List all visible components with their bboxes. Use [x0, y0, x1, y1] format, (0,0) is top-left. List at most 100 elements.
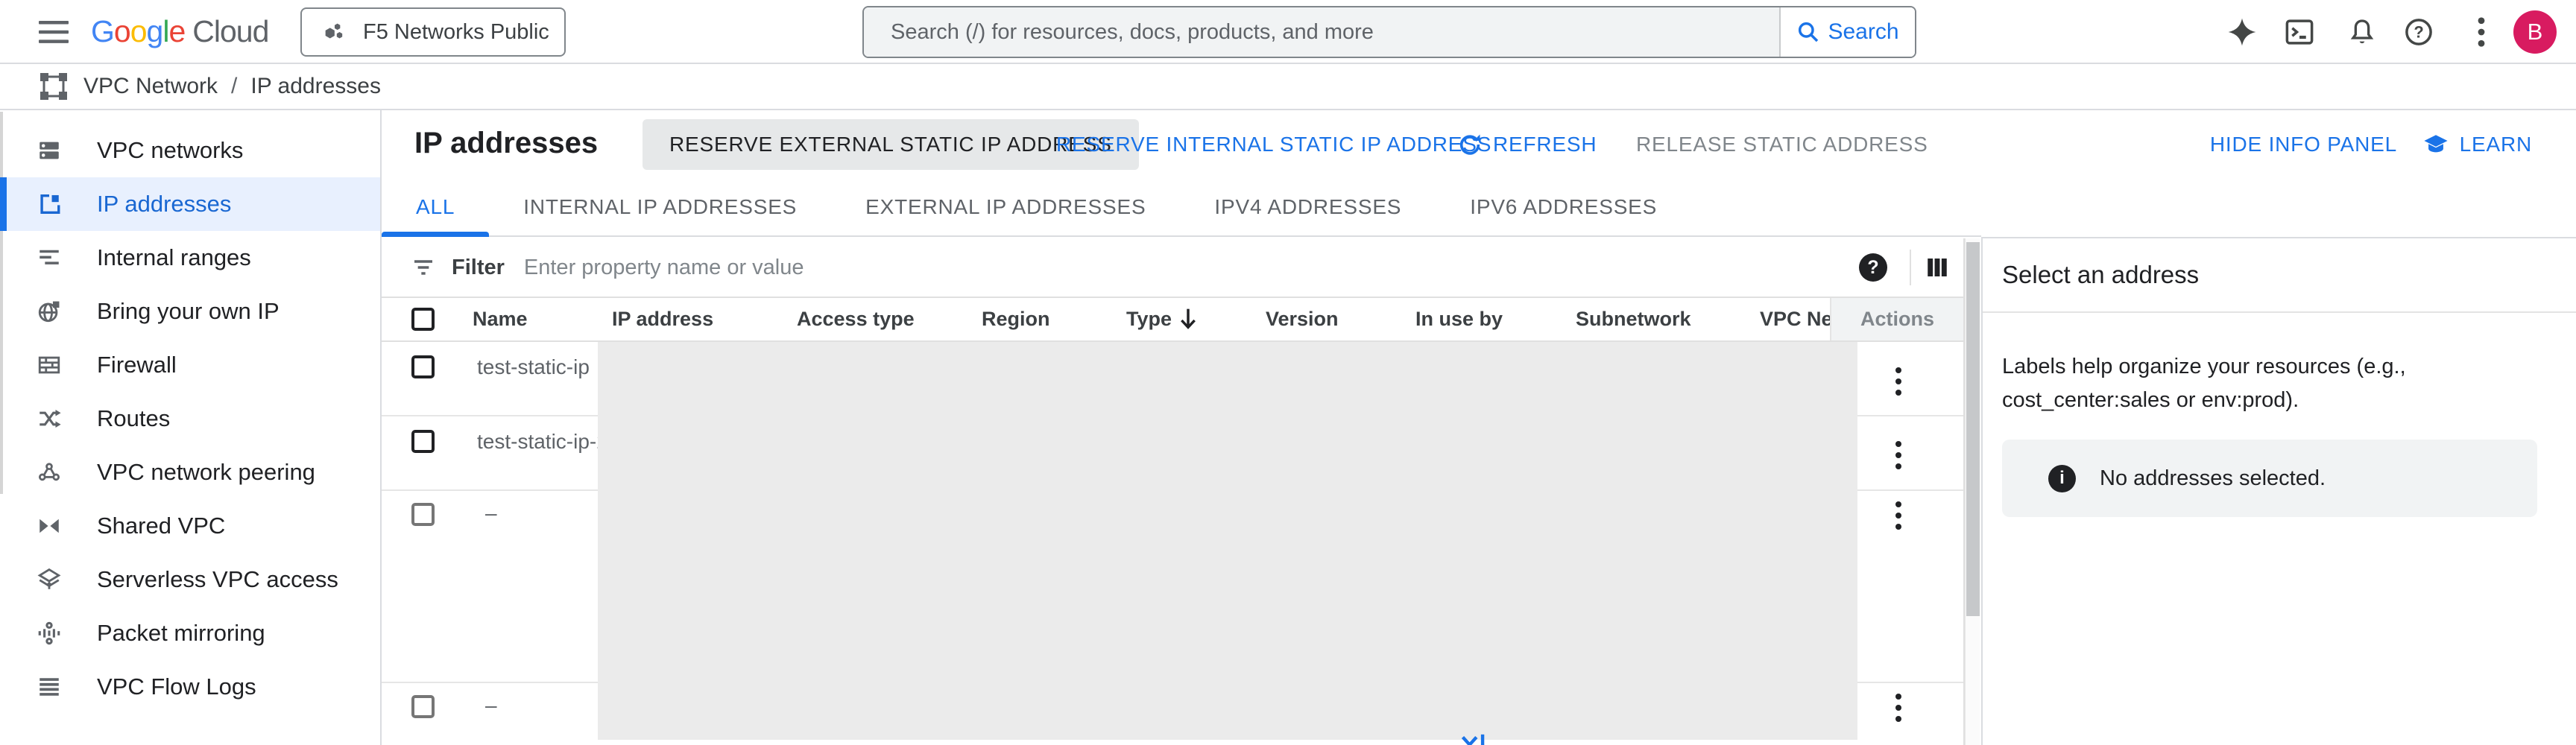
row-actions-menu-icon[interactable] [1887, 441, 1910, 469]
flow-logs-icon [36, 673, 63, 700]
col-ip-address[interactable]: IP address [612, 298, 713, 340]
logo-letter: g [147, 14, 163, 48]
reserve-internal-static-ip-button[interactable]: RESERVE INTERNAL STATIC IP ADDRESS [1056, 119, 1491, 170]
bell-icon [2347, 16, 2377, 48]
more-options-icon[interactable] [2464, 16, 2498, 48]
col-vpc-network-truncated[interactable]: VPC Net [1760, 298, 1840, 340]
row-actions-menu-icon[interactable] [1887, 367, 1910, 396]
project-name: F5 Networks Public [363, 20, 549, 45]
info-icon: i [2048, 465, 2076, 492]
col-region[interactable]: Region [982, 298, 1050, 340]
tab-internal-ip-addresses[interactable]: INTERNAL IP ADDRESSES [489, 179, 831, 235]
page-header: IP addresses RESERVE EXTERNAL STATIC IP … [382, 110, 2576, 179]
sidebar-item-label: Firewall [97, 352, 177, 378]
logo-letter: G [91, 14, 114, 48]
sidebar-item-serverless-vpc-access[interactable]: Serverless VPC access [0, 553, 380, 606]
terminal-icon [2283, 16, 2316, 48]
sidebar-item-label: VPC network peering [97, 459, 315, 486]
notifications-icon[interactable] [2345, 16, 2379, 48]
col-type[interactable]: Type [1126, 298, 1172, 340]
sidebar-item-label: Internal ranges [97, 244, 251, 271]
sidebar-item-vpc-flow-logs[interactable]: VPC Flow Logs [0, 660, 380, 714]
globe-icon [36, 298, 63, 325]
col-subnetwork[interactable]: Subnetwork [1576, 298, 1691, 340]
logo-letter: o [114, 14, 130, 48]
filter-help-icon[interactable]: ? [1859, 253, 1887, 282]
column-display-options-icon[interactable] [1911, 254, 1963, 281]
row-checkbox[interactable] [411, 503, 435, 526]
table-scrollbar [1965, 238, 1980, 745]
tab-ipv6-addresses[interactable]: IPV6 ADDRESSES [1436, 179, 1691, 235]
info-panel-title: Select an address [2002, 261, 2199, 289]
account-avatar[interactable]: B [2513, 10, 2557, 54]
row-actions-menu-icon[interactable] [1887, 694, 1910, 722]
search-input[interactable] [864, 7, 1779, 57]
gcp-console: Google Cloud F5 Networks Public Search [0, 0, 2576, 745]
row-name: test-static-ip [477, 352, 608, 382]
menu-icon[interactable] [34, 16, 73, 48]
col-name[interactable]: Name [473, 298, 528, 340]
sidebar-item-bring-your-own-ip[interactable]: Bring your own IP [0, 285, 380, 338]
learn-button[interactable]: LEARN [2422, 119, 2532, 170]
release-static-address-button[interactable]: RELEASE STATIC ADDRESS [1636, 119, 1928, 170]
breadcrumb-separator: / [231, 74, 237, 99]
tab-external-ip-addresses[interactable]: EXTERNAL IP ADDRESSES [831, 179, 1180, 235]
tab-all[interactable]: ALL [382, 179, 489, 235]
help-icon[interactable]: ? [2402, 16, 2436, 48]
select-all-checkbox[interactable] [411, 308, 435, 331]
project-selector[interactable]: F5 Networks Public [300, 7, 566, 57]
gemini-icon[interactable] [2225, 16, 2259, 48]
row-checkbox[interactable] [411, 355, 435, 378]
search-button[interactable]: Search [1779, 7, 1915, 57]
sidebar-item-label: Shared VPC [97, 513, 225, 539]
sidebar-item-label: Packet mirroring [97, 620, 265, 647]
row-name: – [485, 694, 497, 717]
sidebar-item-vpc-networks[interactable]: VPC networks [0, 124, 380, 177]
sidebar-item-label: VPC Flow Logs [97, 673, 256, 700]
firewall-icon [36, 352, 63, 378]
col-version[interactable]: Version [1266, 298, 1339, 340]
sidebar-item-label: Serverless VPC access [97, 566, 338, 593]
spark-icon [2226, 16, 2258, 48]
sidebar-item-packet-mirroring[interactable]: Packet mirroring [0, 606, 380, 660]
sidebar-item-label: IP addresses [97, 191, 231, 218]
table-scrollbar-thumb[interactable] [1966, 242, 1980, 616]
sidebar-item-ip-addresses[interactable]: IP addresses [0, 177, 380, 231]
hamburger-icon [37, 19, 70, 45]
project-hexagons-icon [320, 19, 347, 45]
info-panel-header: Select an address [1983, 238, 2576, 313]
breadcrumb: VPC Network / IP addresses [0, 64, 2576, 110]
col-in-use-by[interactable]: In use by [1415, 298, 1503, 340]
ip-addresses-table-card: Filter ? Name IP address Access type Reg… [382, 238, 1965, 745]
avatar-letter: B [2528, 19, 2543, 45]
row-actions-menu-icon[interactable] [1887, 501, 1910, 530]
sidebar-item-vpc-network-peering[interactable]: VPC network peering [0, 446, 380, 499]
filter-input[interactable] [524, 256, 1859, 280]
info-glyph: i [2059, 468, 2065, 489]
refresh-button[interactable]: REFRESH [1457, 119, 1597, 170]
sidebar-item-label: VPC networks [97, 137, 243, 164]
cloud-shell-icon[interactable] [2282, 16, 2317, 48]
google-cloud-logo: Google Cloud [91, 0, 268, 63]
routes-icon [36, 405, 63, 432]
filter-bar: Filter ? [382, 238, 1963, 298]
sort-descending-icon[interactable] [1176, 305, 1200, 337]
row-checkbox[interactable] [411, 430, 435, 453]
breadcrumb-page: IP addresses [250, 74, 381, 99]
row-checkbox[interactable] [411, 695, 435, 718]
hide-info-panel-button[interactable]: HIDE INFO PANEL [2210, 119, 2397, 170]
ip-addresses-icon [36, 191, 63, 218]
packet-mirroring-icon [36, 620, 63, 647]
row-name: test-static-ip-2 [477, 427, 608, 457]
tab-ipv4-addresses[interactable]: IPV4 ADDRESSES [1180, 179, 1436, 235]
learn-label: LEARN [2460, 133, 2532, 156]
breadcrumb-section[interactable]: VPC Network [83, 74, 218, 99]
sidebar-item-shared-vpc[interactable]: Shared VPC [0, 499, 380, 553]
col-access-type[interactable]: Access type [797, 298, 915, 340]
sidebar-item-routes[interactable]: Routes [0, 392, 380, 446]
page-title: IP addresses [414, 127, 598, 160]
sidebar-item-firewall[interactable]: Firewall [0, 338, 380, 392]
sidebar-item-internal-ranges[interactable]: Internal ranges [0, 231, 380, 285]
filter-icon [411, 256, 435, 279]
no-selection-notice: i No addresses selected. [2002, 440, 2537, 517]
